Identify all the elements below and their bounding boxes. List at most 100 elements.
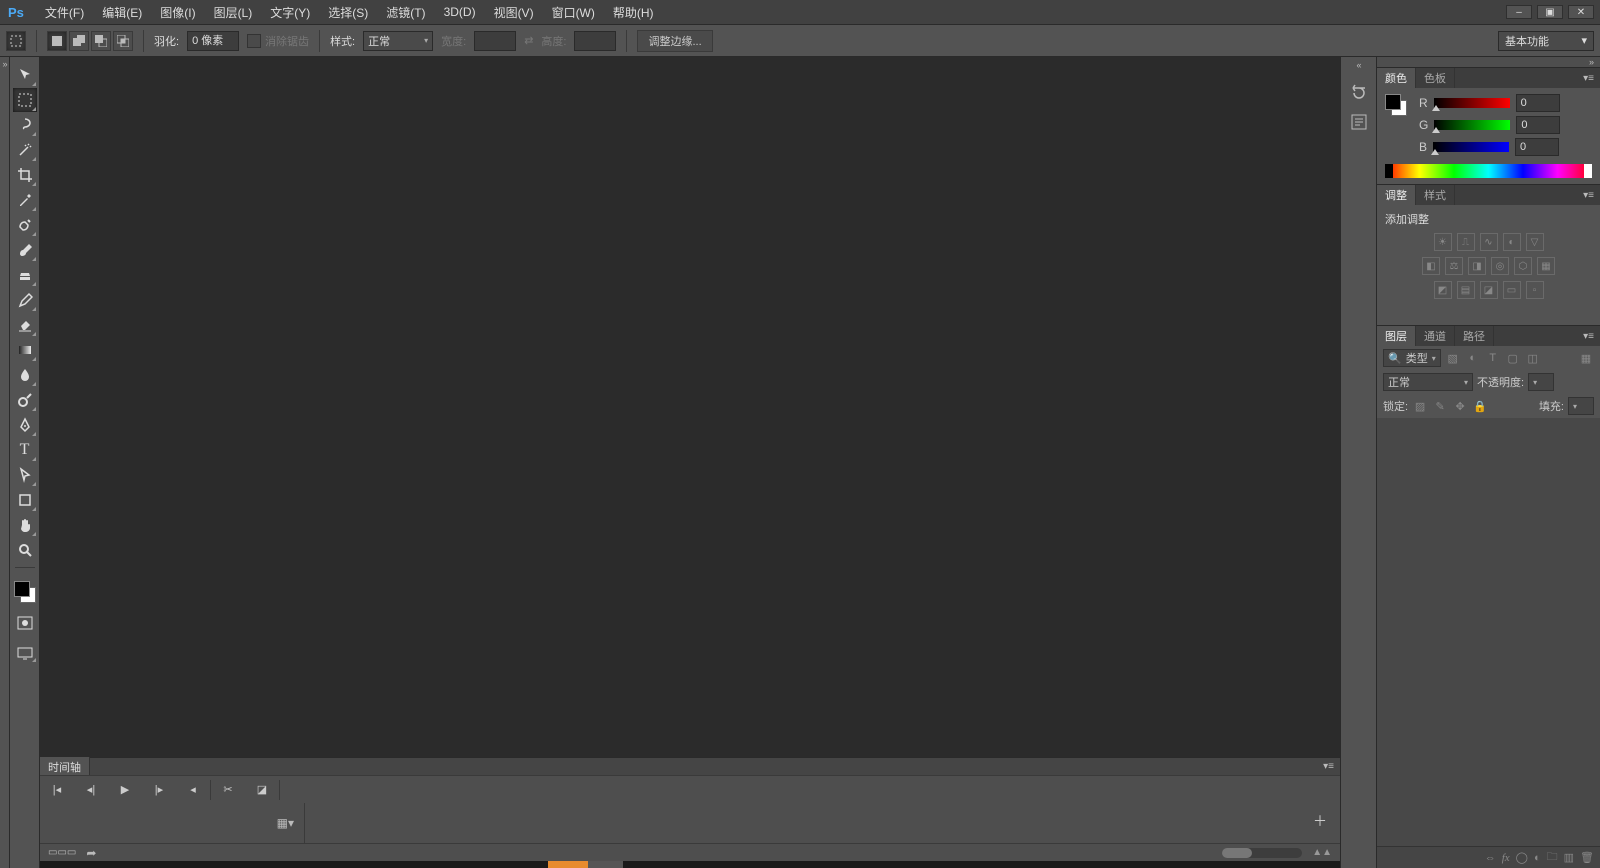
channels-tab[interactable]: 通道 [1416, 326, 1455, 346]
new-layer-icon[interactable]: ▥ [1564, 851, 1574, 864]
menu-layer[interactable]: 图层(L) [205, 1, 262, 24]
delete-layer-icon[interactable]: 🗑 [1580, 851, 1594, 864]
menu-image[interactable]: 图像(I) [151, 1, 204, 24]
blend-mode-select[interactable]: 正常▾ [1383, 373, 1473, 391]
history-brush-tool[interactable] [13, 288, 37, 312]
adjustments-tab[interactable]: 调整 [1377, 185, 1416, 205]
menu-type[interactable]: 文字(Y) [261, 1, 319, 24]
sel-subtract-icon[interactable] [91, 31, 111, 51]
magic-wand-tool[interactable] [13, 138, 37, 162]
adj-exposure-icon[interactable]: ◐ [1503, 233, 1521, 251]
tl-zoom-slider[interactable] [1222, 848, 1302, 858]
close-button[interactable]: ✕ [1568, 5, 1594, 19]
tl-audio-icon[interactable]: ◂ [176, 776, 210, 804]
adj-curves-icon[interactable]: ∿ [1480, 233, 1498, 251]
adj-mixer-icon[interactable]: ⬡ [1514, 257, 1532, 275]
paths-tab[interactable]: 路径 [1455, 326, 1494, 346]
r-input[interactable]: 0 [1516, 94, 1560, 112]
b-slider[interactable] [1433, 142, 1509, 152]
layer-fx-icon[interactable]: fx [1502, 852, 1510, 864]
tl-next-frame-icon[interactable]: |▸ [142, 776, 176, 804]
workspace-switcher[interactable]: 基本功能▾ [1498, 31, 1594, 51]
foreground-color-swatch[interactable] [14, 581, 30, 597]
style-select[interactable]: 正常▾ [363, 31, 433, 51]
blur-tool[interactable] [13, 363, 37, 387]
filter-pixel-icon[interactable]: ▧ [1445, 350, 1461, 366]
feather-input[interactable]: 0 像素 [187, 31, 239, 51]
lock-all-icon[interactable]: 🔒 [1472, 398, 1488, 414]
canvas[interactable] [40, 57, 1340, 757]
filter-toggle-icon[interactable]: ▦ [1578, 350, 1594, 366]
quickmask-toggle[interactable] [13, 613, 37, 633]
maximize-button[interactable]: ▣ [1537, 5, 1563, 19]
menu-view[interactable]: 视图(V) [485, 1, 543, 24]
menu-edit[interactable]: 编辑(E) [93, 1, 151, 24]
sel-intersect-icon[interactable] [113, 31, 133, 51]
menu-filter[interactable]: 滤镜(T) [377, 1, 434, 24]
fill-input[interactable]: ▾ [1568, 397, 1594, 415]
opacity-input[interactable]: ▾ [1528, 373, 1554, 391]
link-layers-icon[interactable]: ⇔ [1485, 852, 1496, 864]
tl-play-icon[interactable]: ▶ [108, 776, 142, 804]
marquee-tool[interactable] [13, 88, 37, 112]
path-select-tool[interactable] [13, 463, 37, 487]
swatches-tab[interactable]: 色板 [1416, 68, 1455, 88]
adj-balance-icon[interactable]: ⚖ [1445, 257, 1463, 275]
adj-posterize-icon[interactable]: ▤ [1457, 281, 1475, 299]
adj-gradientmap-icon[interactable]: ▭ [1503, 281, 1521, 299]
color-panel-menu-icon[interactable]: ▾≡ [1577, 68, 1600, 88]
color-swatch-panel[interactable] [1385, 94, 1407, 116]
healing-brush-tool[interactable] [13, 213, 37, 237]
filter-shape-icon[interactable]: ▢ [1505, 350, 1521, 366]
crop-tool[interactable] [13, 163, 37, 187]
filter-type-icon[interactable]: T [1485, 350, 1501, 366]
antialias-checkbox[interactable] [247, 34, 261, 48]
menu-file[interactable]: 文件(F) [36, 1, 93, 24]
tl-track-menu-icon[interactable]: ▦▾ [277, 816, 294, 830]
sel-add-icon[interactable] [69, 31, 89, 51]
tl-first-frame-icon[interactable]: |◂ [40, 776, 74, 804]
layers-panel-menu-icon[interactable]: ▾≡ [1577, 326, 1600, 346]
adj-lookup-icon[interactable]: ▦ [1537, 257, 1555, 275]
properties-panel-icon[interactable] [1347, 110, 1371, 134]
expand-tools-icon[interactable]: » [2, 59, 6, 69]
history-panel-icon[interactable] [1347, 80, 1371, 104]
new-fill-adj-icon[interactable]: ◐ [1534, 852, 1541, 864]
menu-3d[interactable]: 3D(D) [435, 2, 485, 22]
adj-hue-icon[interactable]: ◧ [1422, 257, 1440, 275]
timeline-tab[interactable]: 时间轴 [40, 757, 90, 777]
screenmode-toggle[interactable] [13, 643, 37, 663]
new-group-icon[interactable]: 🗀 [1547, 848, 1558, 867]
brush-tool[interactable] [13, 238, 37, 262]
collapse-panels-icon[interactable]: » [1589, 57, 1594, 67]
spectrum-picker[interactable] [1385, 164, 1592, 178]
tl-frames-icon[interactable]: ▭▭▭ [48, 847, 76, 858]
color-tab[interactable]: 颜色 [1377, 68, 1416, 88]
minimize-button[interactable]: – [1506, 5, 1532, 19]
eyedropper-tool[interactable] [13, 188, 37, 212]
g-slider[interactable] [1434, 120, 1510, 130]
adjust-panel-menu-icon[interactable]: ▾≡ [1577, 185, 1600, 205]
adj-threshold-icon[interactable]: ◪ [1480, 281, 1498, 299]
lock-transparent-icon[interactable]: ▨ [1412, 398, 1428, 414]
sel-new-icon[interactable] [47, 31, 67, 51]
menu-help[interactable]: 帮助(H) [604, 1, 663, 24]
eraser-tool[interactable] [13, 313, 37, 337]
collapse-dock-icon[interactable]: « [1356, 60, 1360, 70]
move-tool[interactable] [13, 63, 37, 87]
dodge-tool[interactable] [13, 388, 37, 412]
styles-tab[interactable]: 样式 [1416, 185, 1455, 205]
color-swatch[interactable] [14, 581, 36, 603]
adj-vibrance-icon[interactable]: ▽ [1526, 233, 1544, 251]
tl-prev-frame-icon[interactable]: ◂| [74, 776, 108, 804]
timeline-panel-menu-icon[interactable]: ▾≡ [1323, 761, 1334, 772]
filter-adjust-icon[interactable]: ◐ [1465, 350, 1481, 366]
b-input[interactable]: 0 [1515, 138, 1559, 156]
r-slider[interactable] [1434, 98, 1510, 108]
menu-select[interactable]: 选择(S) [319, 1, 377, 24]
g-input[interactable]: 0 [1516, 116, 1560, 134]
gradient-tool[interactable] [13, 338, 37, 362]
lasso-tool[interactable] [13, 113, 37, 137]
adj-levels-icon[interactable]: ⎍ [1457, 233, 1475, 251]
menu-window[interactable]: 窗口(W) [543, 1, 604, 24]
